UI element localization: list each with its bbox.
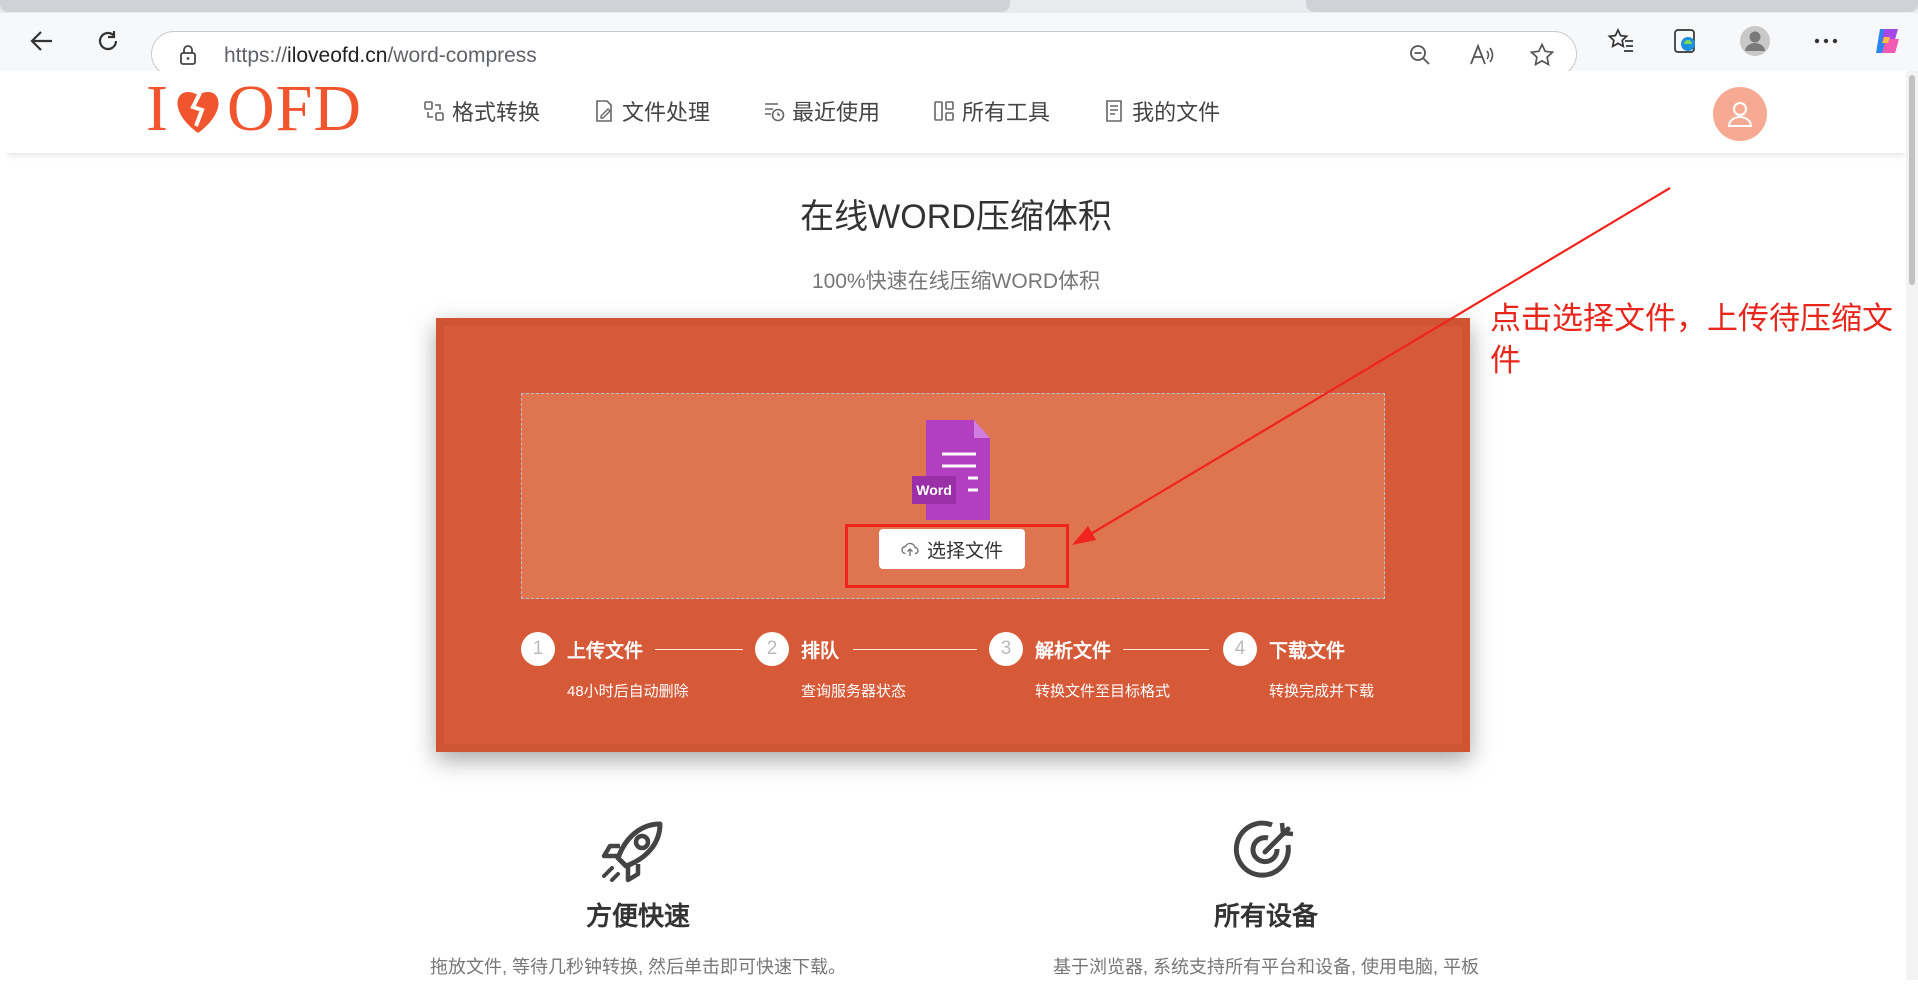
more-menu-button[interactable] — [1806, 21, 1846, 61]
profile-avatar-icon — [1740, 26, 1770, 56]
read-aloud-icon[interactable] — [1466, 39, 1498, 71]
recent-icon — [765, 103, 785, 122]
site-header: I OFD 格式转换 文件处理 最近使用 所有工具 我的文件 — [6, 71, 1906, 153]
nav-file-processing[interactable]: 文件处理 — [592, 95, 710, 127]
page-scrollbar[interactable] — [1906, 71, 1918, 980]
scrollbar-thumb[interactable] — [1909, 75, 1915, 285]
edge-collections-icon — [1674, 29, 1695, 53]
favorites-button[interactable] — [1601, 21, 1641, 61]
step-description: 查询服务器状态 — [801, 683, 907, 700]
my-files-icon — [1106, 100, 1122, 122]
browser-tab[interactable] — [0, 0, 1010, 12]
file-edit-icon — [596, 100, 612, 122]
grid-icon — [934, 101, 954, 121]
convert-icon — [424, 101, 444, 121]
annotation-highlight-box — [845, 524, 1069, 588]
nav-label: 最近使用 — [792, 100, 881, 125]
nav-my-files[interactable]: 我的文件 — [1102, 95, 1220, 127]
step-description: 48小时后自动删除 — [567, 683, 689, 700]
profile-button[interactable] — [1735, 21, 1775, 61]
word-file-icon: Word — [912, 420, 990, 520]
step-title: 排队 — [801, 641, 840, 662]
step-connector — [1123, 649, 1209, 650]
step-connector — [853, 649, 977, 650]
nav-label: 我的文件 — [1132, 100, 1221, 125]
nav-label: 格式转换 — [452, 100, 541, 125]
nav-recent[interactable]: 最近使用 — [762, 95, 880, 127]
user-avatar[interactable] — [1713, 87, 1767, 141]
copilot-icon — [1876, 29, 1899, 53]
feature-description: 基于浏览器, 系统支持所有平台和设备, 使用电脑, 平板 — [1052, 957, 1479, 977]
browser-tab[interactable] — [1306, 0, 1918, 12]
step-number: 4 — [1223, 632, 1257, 666]
browser-toolbar: https://iloveofd.cn/word-compress — [0, 13, 1918, 77]
step-title: 上传文件 — [567, 641, 644, 662]
more-dots-icon — [1814, 38, 1838, 44]
step-description: 转换文件至目标格式 — [1035, 683, 1171, 700]
step-number: 1 — [521, 632, 555, 666]
zoom-out-icon[interactable] — [1404, 39, 1436, 71]
feature-description: 拖放文件, 等待几秒钟转换, 然后单击即可快速下载。 — [429, 957, 846, 977]
user-icon — [1727, 102, 1753, 127]
step-number: 3 — [989, 632, 1023, 666]
url-text[interactable]: https://iloveofd.cn/word-compress — [224, 44, 537, 68]
process-steps: 1 上传文件 48小时后自动删除 2 排队 查询服务器状态 3 解析文件 转换文… — [521, 632, 1385, 712]
target-icon — [1233, 820, 1294, 878]
page-subtitle: 100%快速在线压缩WORD体积 — [811, 270, 1101, 293]
nav-label: 所有工具 — [962, 100, 1051, 125]
tab-strip — [0, 0, 1918, 13]
favorites-list-icon — [1607, 27, 1633, 52]
collections-button[interactable] — [1666, 21, 1706, 61]
logo-text-i: I — [146, 72, 169, 145]
page-title: 在线WORD压缩体积 — [800, 198, 1112, 236]
nav-all-tools[interactable]: 所有工具 — [932, 95, 1050, 127]
step-number: 2 — [755, 632, 789, 666]
back-arrow-icon — [30, 31, 52, 51]
copilot-button[interactable] — [1867, 21, 1907, 61]
step-title: 解析文件 — [1035, 641, 1112, 662]
logo-text-ofd: OFD — [226, 72, 363, 145]
step-title: 下载文件 — [1269, 641, 1346, 662]
step-connector — [655, 649, 743, 650]
step-description: 转换完成并下载 — [1269, 683, 1375, 700]
broken-heart-icon — [177, 91, 219, 133]
nav-label: 文件处理 — [622, 100, 711, 125]
svg-text:Word: Word — [916, 482, 952, 498]
back-button[interactable] — [22, 21, 62, 61]
refresh-button[interactable] — [88, 21, 128, 61]
lock-icon[interactable] — [172, 39, 204, 71]
site-logo[interactable]: I OFD — [146, 72, 362, 145]
feature-title: 方便快速 — [585, 901, 690, 931]
refresh-icon — [98, 31, 118, 51]
favorite-star-icon[interactable] — [1526, 39, 1558, 71]
rocket-icon — [601, 821, 663, 883]
annotation-text: 点击选择文件，上传待压缩文件 — [1490, 301, 1893, 378]
main-nav: 格式转换 文件处理 最近使用 所有工具 我的文件 — [422, 95, 1272, 127]
feature-title: 所有设备 — [1213, 901, 1318, 931]
nav-format-convert[interactable]: 格式转换 — [422, 95, 540, 127]
